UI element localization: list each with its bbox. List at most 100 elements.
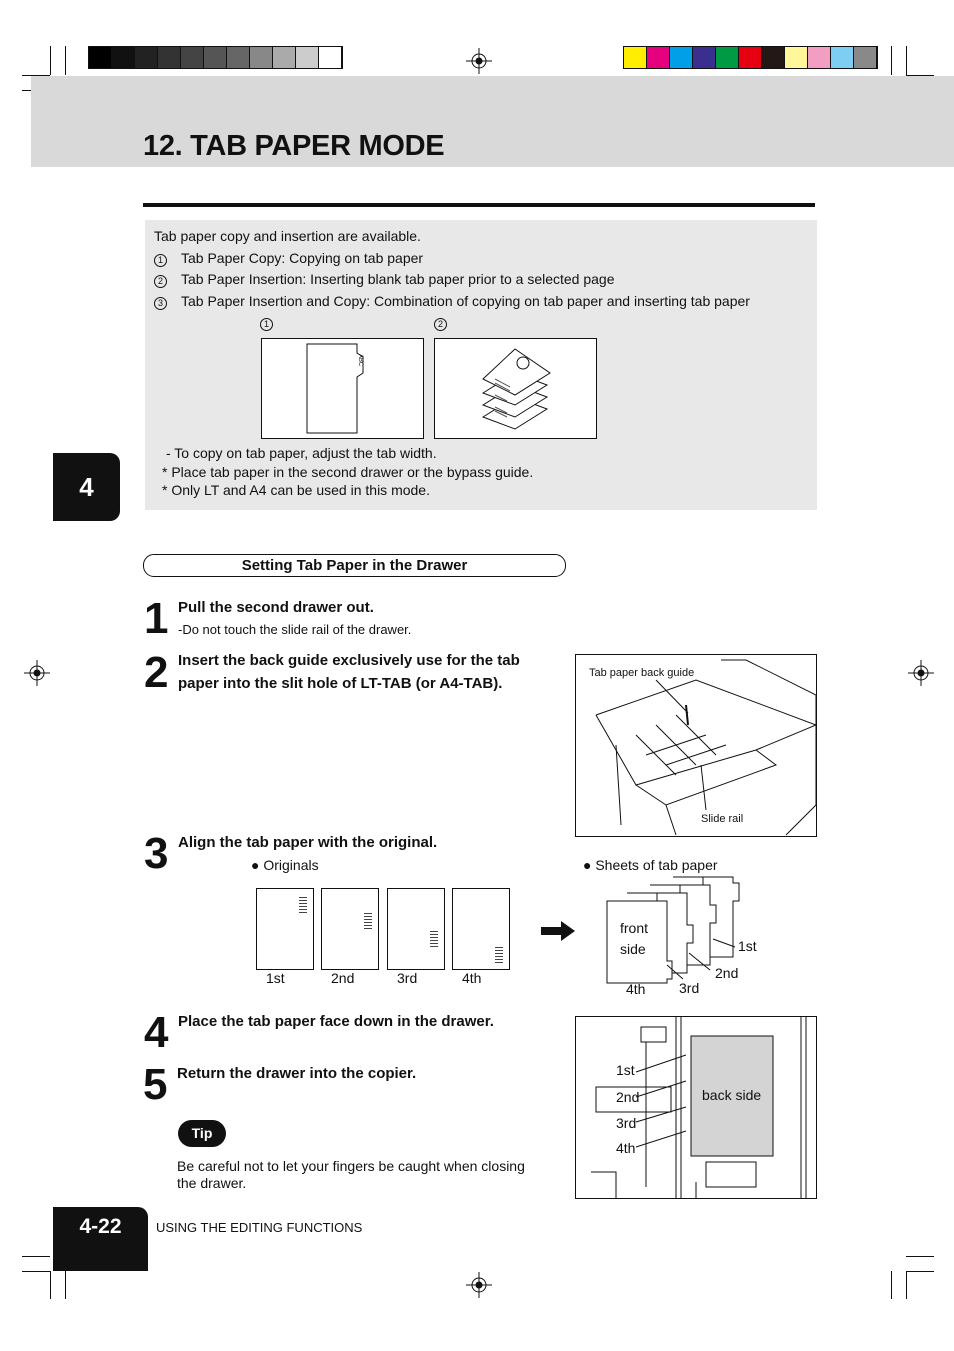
number-badge: 3	[154, 297, 167, 310]
color-swatch	[158, 47, 181, 68]
tab-paper-insertion-figure	[434, 338, 597, 439]
crop-mark	[65, 46, 66, 75]
side-label: side	[620, 941, 646, 957]
crop-mark	[906, 1271, 934, 1272]
color-swatch	[693, 47, 716, 68]
original-page	[256, 888, 314, 970]
tray-figure: back side 1st 2nd 3rd 4th	[575, 1016, 817, 1199]
original-page	[452, 888, 510, 970]
step-number: 3	[144, 829, 169, 878]
intro-item-text: Tab Paper Insertion: Inserting blank tab…	[181, 271, 615, 287]
tip-text-line: Be careful not to let your fingers be ca…	[177, 1158, 525, 1174]
tray-label: 1st	[616, 1062, 635, 1078]
step-title: Place the tab paper face down in the dra…	[178, 1013, 494, 1030]
step-title: Align the tab paper with the original.	[178, 834, 438, 851]
originals-heading: ● Originals	[251, 857, 319, 873]
back-side-label: back side	[702, 1087, 762, 1103]
intro-item: 2 Tab Paper Insertion: Inserting blank ta…	[154, 271, 615, 288]
intro-item: 3 Tab Paper Insertion and Copy: Combinati…	[154, 293, 750, 310]
tab-mark	[430, 931, 438, 949]
chapter-tab: 4	[53, 453, 120, 521]
original-label: 4th	[462, 970, 482, 986]
color-swatch	[250, 47, 273, 68]
front-label: front	[620, 920, 649, 936]
color-swatch	[181, 47, 204, 68]
color-swatch	[831, 47, 854, 68]
intro-item: 1 Tab Paper Copy: Copying on tab paper	[154, 250, 423, 267]
crop-mark	[50, 1271, 51, 1299]
sheet-label: 3rd	[679, 980, 700, 996]
registration-target-icon	[24, 660, 50, 686]
page-number: 4-22	[53, 1207, 148, 1271]
color-swatch	[670, 47, 693, 68]
intro-lead: Tab paper copy and insertion are availab…	[154, 228, 421, 244]
color-swatch	[647, 47, 670, 68]
crop-mark	[906, 46, 907, 75]
color-swatch	[135, 47, 158, 68]
color-swatch	[227, 47, 250, 68]
registration-target-icon	[908, 660, 934, 686]
step-title: Insert the back guide exclusively use fo…	[178, 649, 562, 695]
tip-badge: Tip	[178, 1120, 226, 1147]
callout-label: Slide rail	[701, 813, 744, 825]
crop-mark	[22, 1256, 50, 1257]
footer-section: USING THE EDITING FUNCTIONS	[156, 1220, 363, 1235]
step-title-line: Insert the back guide exclusively use fo…	[178, 652, 520, 669]
color-swatch	[204, 47, 227, 68]
section-heading: Setting Tab Paper in the Drawer	[143, 554, 566, 577]
tab-mark	[299, 897, 307, 915]
color-calibration-bar	[623, 46, 878, 69]
crop-mark	[891, 46, 892, 75]
intro-note: * Only LT and A4 can be used in this mod…	[162, 482, 430, 498]
color-swatch	[112, 47, 135, 68]
original-label: 3rd	[397, 970, 418, 986]
page-title: 12. TAB PAPER MODE	[143, 130, 445, 162]
color-swatch	[89, 47, 112, 68]
tray-label: 2nd	[616, 1089, 640, 1105]
step-title: Pull the second drawer out.	[178, 599, 374, 616]
registration-target-icon	[466, 48, 492, 74]
sheets-heading: ● Sheets of tab paper	[583, 857, 718, 873]
registration-target-icon	[466, 1272, 492, 1298]
step-number: 1	[144, 594, 169, 643]
crop-mark	[906, 1271, 907, 1299]
original-page	[387, 888, 445, 970]
sheet-label: 1st	[738, 938, 757, 954]
sheet-label: 4th	[626, 981, 646, 997]
crop-mark	[22, 1271, 50, 1272]
figure-label: 2	[434, 318, 447, 331]
crop-mark	[906, 1256, 934, 1257]
manual-page: 12. TAB PAPER MODE Tab paper copy and in…	[0, 0, 954, 1351]
original-page	[321, 888, 379, 970]
tip-text-line: the drawer.	[177, 1175, 247, 1191]
tab-mark	[495, 947, 503, 965]
color-swatch	[319, 47, 342, 68]
tab-mark	[364, 913, 372, 931]
color-swatch	[762, 47, 785, 68]
title-rule	[143, 203, 815, 207]
callout-label: Tab paper back guide	[589, 667, 695, 679]
arrow-right-icon	[541, 921, 575, 941]
figure-label: 1	[260, 318, 273, 331]
color-swatch	[716, 47, 739, 68]
intro-item-text: Tab Paper Copy: Copying on tab paper	[181, 250, 424, 266]
intro-note: - To copy on tab paper, adjust the tab w…	[166, 445, 437, 461]
crop-mark	[891, 1271, 892, 1299]
number-badge: 1	[154, 254, 167, 267]
intro-item-text: Tab Paper Insertion and Copy: Combinatio…	[181, 293, 750, 309]
color-swatch	[739, 47, 762, 68]
color-swatch	[808, 47, 831, 68]
crop-mark	[65, 1271, 66, 1299]
intro-box: Tab paper copy and insertion are availab…	[145, 220, 817, 510]
step-number: 2	[144, 648, 169, 697]
original-label: 1st	[266, 970, 285, 986]
color-swatch	[296, 47, 319, 68]
original-label: 2nd	[331, 970, 355, 986]
tray-label: 4th	[616, 1140, 636, 1156]
step-note: -Do not touch the slide rail of the draw…	[178, 622, 412, 637]
color-swatch	[624, 47, 647, 68]
grayscale-calibration-bar	[88, 46, 343, 69]
step-number: 4	[144, 1008, 169, 1057]
tray-label: 3rd	[616, 1115, 637, 1131]
sheet-label: 2nd	[715, 965, 739, 981]
